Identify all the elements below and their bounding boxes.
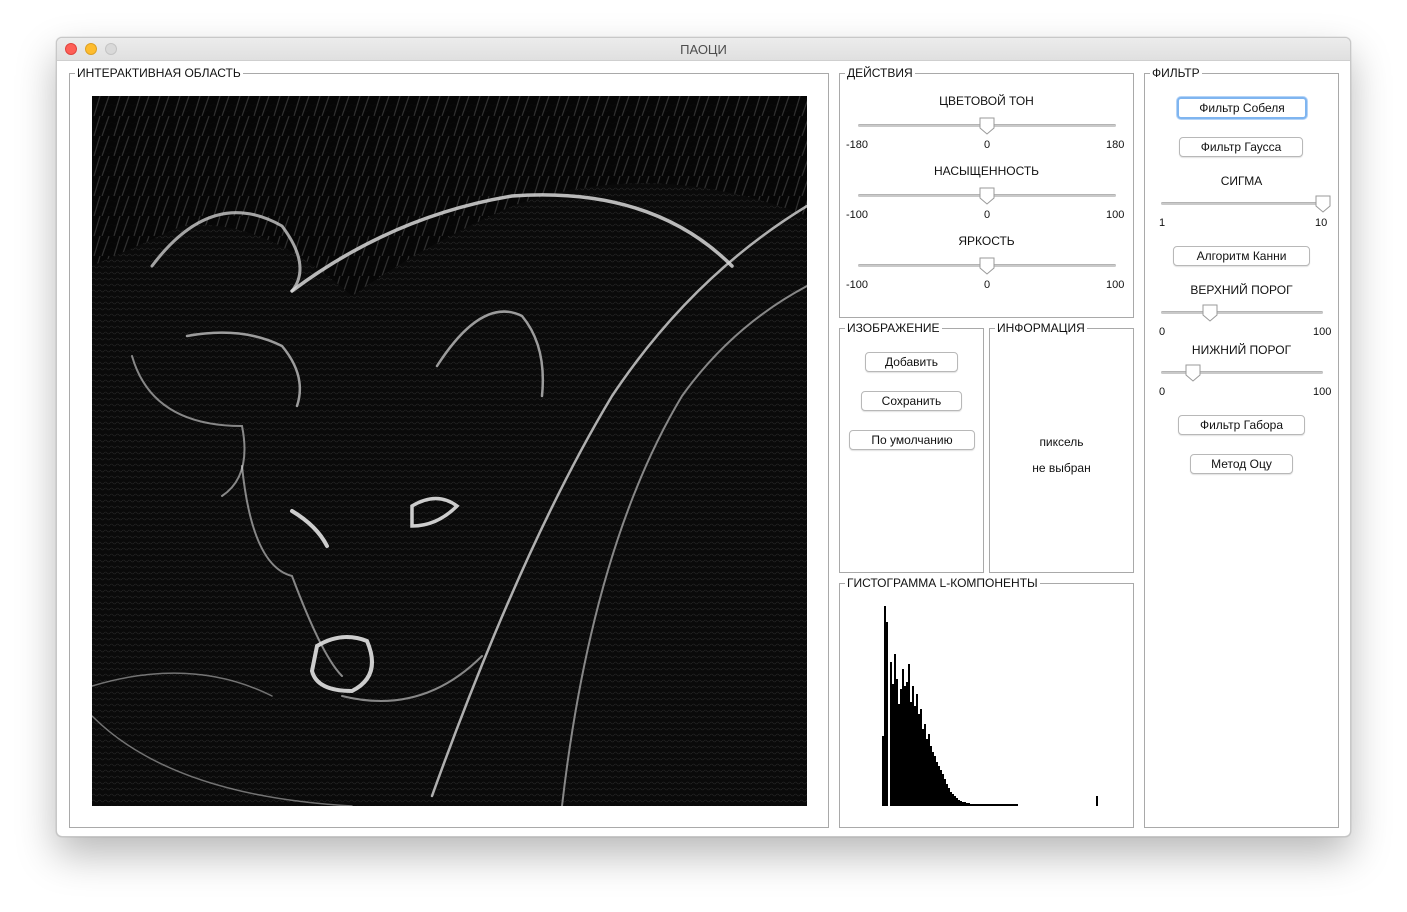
brightness-mid-label: 0: [984, 279, 991, 291]
info-legend: ИНФОРМАЦИЯ: [995, 321, 1087, 335]
filter-panel: ФИЛЬТР Фильтр Собеля Фильтр Гаусса СИГМА…: [1144, 66, 1339, 828]
canny-algorithm-button[interactable]: Алгоритм Канни: [1173, 246, 1310, 266]
lower-threshold-slider[interactable]: НИЖНИЙ ПОРОГ 0 100: [1145, 343, 1338, 399]
image-canvas[interactable]: [92, 96, 807, 806]
saturation-min-label: -100: [846, 209, 869, 221]
title-bar[interactable]: ПАОЦИ: [57, 38, 1350, 61]
add-image-button[interactable]: Добавить: [865, 352, 958, 372]
hue-slider[interactable]: ЦВЕТОВОЙ ТОН -180 0 180: [840, 94, 1133, 154]
upper-threshold-label: ВЕРХНИЙ ПОРОГ: [1190, 283, 1293, 297]
pixel-info-line1: пиксель: [1039, 435, 1084, 449]
lower-threshold-thumb[interactable]: [1185, 364, 1201, 382]
lower-threshold-max-label: 100: [1313, 386, 1332, 398]
image-legend: ИЗОБРАЖЕНИЕ: [845, 321, 942, 335]
sigma-thumb[interactable]: [1315, 195, 1331, 213]
upper-threshold-min-label: 0: [1159, 326, 1166, 338]
image-panel: ИЗОБРАЖЕНИЕ Добавить Сохранить По умолча…: [839, 321, 984, 573]
interactive-area-panel: ИНТЕРАКТИВНАЯ ОБЛАСТЬ: [69, 66, 829, 828]
saturation-label: НАСЫЩЕННОСТЬ: [933, 164, 1040, 178]
saturation-thumb[interactable]: [979, 187, 995, 205]
otsu-method-button[interactable]: Метод Оцу: [1190, 454, 1293, 474]
actions-panel: ДЕЙСТВИЯ ЦВЕТОВОЙ ТОН -180 0 180 НАСЫЩЕН…: [839, 66, 1134, 318]
brightness-slider[interactable]: ЯРКОСТЬ -100 0 100: [840, 234, 1133, 294]
pixel-info-line2: не выбран: [1032, 461, 1091, 475]
saturation-max-label: 100: [1106, 209, 1125, 221]
window-title: ПАОЦИ: [680, 42, 727, 57]
saturation-slider[interactable]: НАСЫЩЕННОСТЬ -100 0 100: [840, 164, 1133, 224]
sigma-slider[interactable]: СИГМА 1 10: [1145, 174, 1338, 230]
brightness-thumb[interactable]: [979, 257, 995, 275]
reset-default-button[interactable]: По умолчанию: [849, 430, 975, 450]
upper-threshold-track[interactable]: [1161, 311, 1323, 314]
filter-legend: ФИЛЬТР: [1150, 66, 1202, 80]
gabor-filter-button[interactable]: Фильтр Габора: [1178, 415, 1305, 435]
actions-legend: ДЕЙСТВИЯ: [845, 66, 915, 80]
upper-threshold-slider[interactable]: ВЕРХНИЙ ПОРОГ 0 100: [1145, 283, 1338, 339]
brightness-max-label: 100: [1106, 279, 1125, 291]
interactive-area-legend: ИНТЕРАКТИВНАЯ ОБЛАСТЬ: [75, 66, 243, 80]
gauss-filter-button[interactable]: Фильтр Гаусса: [1179, 137, 1303, 157]
info-panel: ИНФОРМАЦИЯ пиксель не выбран: [989, 321, 1134, 573]
app-window: ПАОЦИ ИНТЕРАКТИВНАЯ ОБЛАСТЬ ДЕЙСТВИЯ ЦВЕ…: [56, 37, 1351, 837]
save-image-button[interactable]: Сохранить: [861, 391, 962, 411]
hue-min-label: -180: [846, 139, 869, 151]
hue-max-label: 180: [1106, 139, 1125, 151]
upper-threshold-thumb[interactable]: [1202, 304, 1218, 322]
upper-threshold-max-label: 100: [1313, 326, 1332, 338]
hue-thumb[interactable]: [979, 117, 995, 135]
sigma-track[interactable]: [1161, 202, 1323, 205]
saturation-mid-label: 0: [984, 209, 991, 221]
brightness-label: ЯРКОСТЬ: [958, 234, 1015, 248]
sigma-min-label: 1: [1159, 217, 1166, 229]
lower-threshold-label: НИЖНИЙ ПОРОГ: [1191, 343, 1292, 357]
sigma-max-label: 10: [1315, 217, 1328, 229]
hue-mid-label: 0: [984, 139, 991, 151]
sobel-filter-button[interactable]: Фильтр Собеля: [1177, 97, 1307, 119]
sigma-label: СИГМА: [1220, 174, 1263, 188]
hue-label: ЦВЕТОВОЙ ТОН: [939, 94, 1034, 108]
lower-threshold-min-label: 0: [1159, 386, 1166, 398]
histogram-canvas: [882, 606, 1098, 806]
brightness-min-label: -100: [846, 279, 869, 291]
histogram-panel: ГИСТОГРАММА L-КОМПОНЕНТЫ: [839, 576, 1134, 828]
